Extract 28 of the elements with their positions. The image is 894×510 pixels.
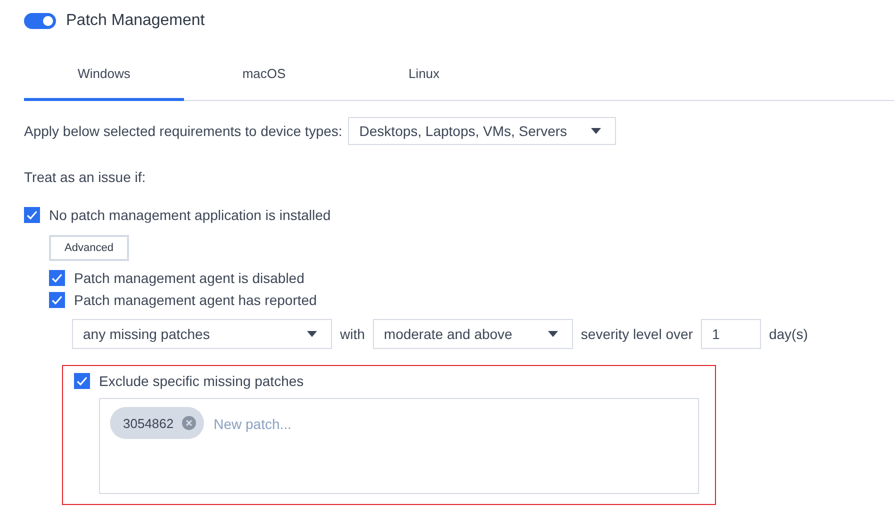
tab[interactable]: macOS: [184, 66, 344, 101]
checkbox-label: Exclude specific missing patches: [99, 373, 304, 389]
treat-label: Treat as an issue if:: [24, 169, 147, 185]
toggle-switch[interactable]: [24, 13, 56, 29]
checkbox[interactable]: [24, 207, 40, 223]
checkbox[interactable]: [74, 373, 90, 389]
severity-label: severity level over: [580, 326, 693, 342]
checkbox-label: No patch management application is installed: [49, 207, 331, 223]
caret-icon: [591, 128, 602, 134]
tab[interactable]: Windows: [24, 66, 184, 101]
caret-icon: [307, 331, 317, 337]
patch-tag-field[interactable]: 3054862 New patch...: [99, 398, 699, 494]
section-title: Patch Management: [66, 12, 205, 30]
days-input[interactable]: 1: [700, 319, 761, 349]
checkbox[interactable]: [49, 292, 65, 308]
tab[interactable]: Linux: [344, 66, 504, 101]
device-types-label: Apply below selected requirements to device types:: [24, 123, 342, 139]
tag-label: 3054862: [123, 416, 174, 430]
checkbox-label: Patch management agent is disabled: [74, 270, 304, 286]
device-types-dropdown[interactable]: Desktops, Laptops, VMs, Servers: [348, 117, 616, 145]
severity-dropdown[interactable]: moderate and above: [372, 319, 573, 349]
days-unit-label: day(s): [768, 326, 808, 342]
with-label: with: [340, 326, 365, 342]
caret-icon: [548, 331, 558, 337]
checkbox[interactable]: [49, 270, 65, 286]
advanced-button[interactable]: Advanced: [49, 235, 129, 261]
checkbox-label: Patch management agent has reported: [74, 292, 317, 308]
patches-dropdown[interactable]: any missing patches: [72, 319, 332, 349]
